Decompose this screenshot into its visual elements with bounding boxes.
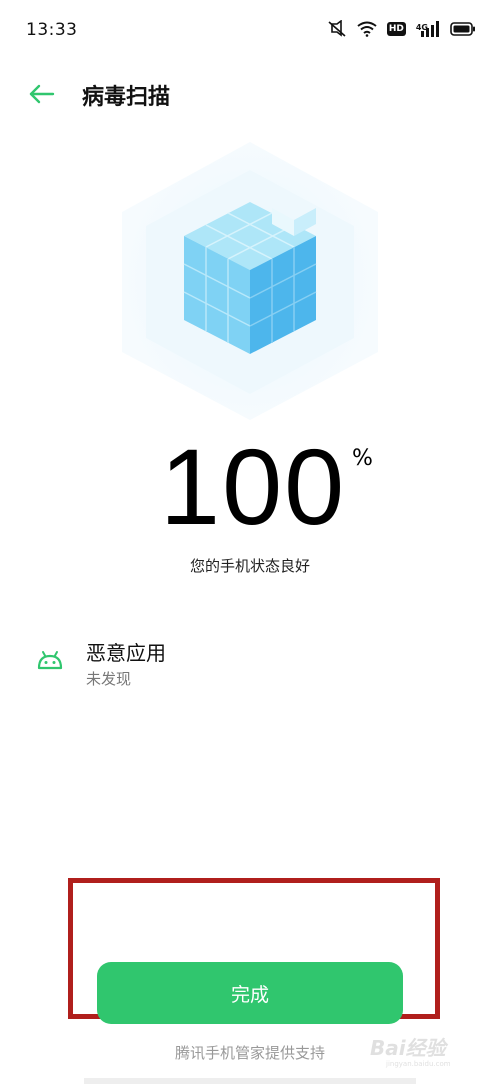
scan-result-message: 您的手机状态良好 — [189, 557, 310, 575]
signal-4g-icon: 4G — [416, 21, 440, 37]
baidu-jingyan-watermark: Bai经验 jingyan.baidu.com — [370, 1030, 480, 1070]
scan-progress: 100 % — [0, 432, 500, 542]
watermark-url: jingyan.baidu.com — [386, 1060, 451, 1068]
arrow-left-icon[interactable] — [26, 78, 58, 110]
gesture-bar-area — [84, 1078, 416, 1084]
mute-vibrate-icon — [327, 20, 347, 38]
list-item-malicious-apps: 恶意应用 未发现 — [0, 632, 500, 692]
done-button[interactable]: 完成 — [97, 962, 403, 1024]
status-icons: HD 4G — [327, 20, 476, 38]
page-title: 病毒扫描 — [82, 85, 171, 110]
app-bar: 病毒扫描 — [0, 62, 500, 126]
status-bar: 13:33 HD 4G — [0, 0, 500, 62]
scan-cube-illustration — [118, 140, 382, 422]
item-subtitle: 未发现 — [86, 670, 132, 688]
percent-value: 100 — [160, 426, 347, 547]
status-time: 13:33 — [26, 20, 78, 40]
battery-icon — [450, 22, 476, 36]
hd-icon: HD — [386, 22, 406, 36]
wifi-icon — [357, 21, 377, 37]
network-type-label: 4G — [415, 23, 428, 32]
percent-sign: % — [352, 446, 373, 471]
android-icon — [36, 646, 64, 674]
watermark-logo-text: Bai经验 — [370, 1036, 446, 1060]
item-title: 恶意应用 — [86, 641, 166, 665]
